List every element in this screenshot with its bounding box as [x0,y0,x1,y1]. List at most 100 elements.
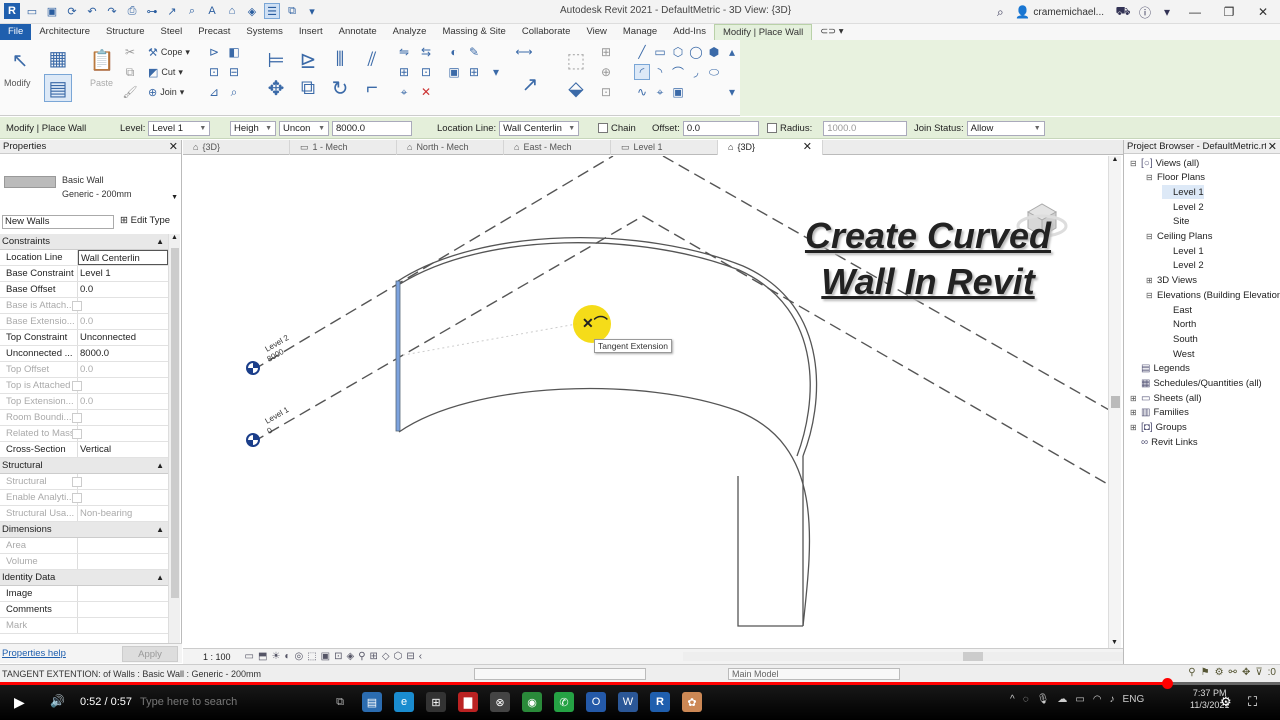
tab-analyze[interactable]: Analyze [385,24,435,40]
view-tab[interactable]: ▭ Level 1 [611,140,718,155]
undo-icon[interactable]: ↶ [84,3,100,19]
tree-node[interactable]: West [1162,347,1194,361]
edge-icon[interactable]: e [394,692,414,712]
split-icon[interactable]: ⇋ [396,44,412,60]
search-binoculars-icon[interactable]: ⌕ [989,5,1011,20]
override-icon[interactable]: ✎ [466,44,482,60]
create-similar-2-icon[interactable]: ⊡ [598,84,614,100]
play-icon[interactable]: ▶ [14,694,25,711]
worksharing-icon[interactable]: ⊞ [370,651,378,662]
view-tab[interactable]: ⌂ North - Mech [397,140,504,155]
file-explorer-icon[interactable]: ▤ [362,692,382,712]
type-selector[interactable]: Basic Wall Generic - 200mm ▼ [0,154,182,212]
collapse-icon[interactable]: ⊟ [1146,173,1154,182]
battery-icon[interactable]: ▭ [1075,694,1084,705]
tab-steel[interactable]: Steel [153,24,191,40]
tray-chevron-icon[interactable]: ^ [1010,694,1015,705]
array-icon[interactable]: ⊞ [396,64,412,80]
store-icon[interactable]: ⊞ [426,692,446,712]
chrome-icon[interactable]: ◉ [522,692,542,712]
print-icon[interactable]: ⎙ [124,3,140,19]
tray-app-icon[interactable]: ◌ [1023,694,1029,705]
collapse-icon[interactable]: ▲ [156,458,164,474]
tree-node[interactable]: ⊟ Elevations (Building Elevation) [1146,288,1280,302]
scroll-down-icon[interactable]: ▼ [1111,639,1118,646]
reveal-hidden-icon[interactable]: ⚲ [358,651,365,662]
canvas-vertical-scrollbar[interactable]: ▲ ▼ [1108,156,1121,648]
section-icon[interactable]: ◈ [244,3,260,19]
highlight-icon[interactable]: ⬡ [394,651,403,662]
tree-node[interactable]: ⊞ 3D Views [1146,274,1197,288]
detail-level-icon[interactable]: ▭ [245,651,254,662]
tree-node[interactable]: East [1162,303,1192,317]
draw-start-end-arc-icon[interactable]: ◜ [634,64,650,80]
offset-icon[interactable]: ⊵ [294,46,322,74]
close-icon[interactable]: ✕ [169,140,178,154]
close-icon[interactable]: ✕ [1265,140,1277,153]
split-face-icon[interactable]: ⊡ [206,64,222,80]
tab-modify-place-wall[interactable]: Modify | Place Wall [713,24,813,40]
speaker-icon[interactable]: ♪ [1110,694,1115,705]
word-icon[interactable]: W [618,692,638,712]
tab-collaborate[interactable]: Collaborate [514,24,579,40]
mirror-axis-icon[interactable]: ⫴ [326,46,354,74]
text-icon[interactable]: A [204,3,220,19]
linework-icon[interactable]: ⊞ [466,64,482,80]
modify-select-icon[interactable]: ↖ [6,46,34,74]
create-parts-icon[interactable]: ⬙ [562,74,590,102]
dimension-icon[interactable]: ↗ [164,3,180,19]
expand-icon[interactable]: ⊞ [1130,408,1138,417]
temp-hide-icon[interactable]: ◈ [346,651,354,662]
paste-icon[interactable]: 📋 [88,46,116,74]
demolish-icon[interactable]: ⊟ [226,64,242,80]
tree-node[interactable]: Level 1 [1162,185,1204,200]
taskbar-search[interactable]: Type here to search [140,696,237,708]
radius-checkbox[interactable] [767,123,777,133]
type-properties-icon[interactable]: ▤ [44,74,72,102]
show-crop-icon[interactable]: ▣ [321,651,330,662]
property-value[interactable]: Vertical [78,442,168,457]
collapse-icon[interactable]: ▲ [156,234,164,250]
draw-center-arc-icon[interactable]: ◝ [652,64,668,80]
join-status-dropdown[interactable]: Allow ▼ [966,120,1045,136]
view-tab[interactable]: ⌂ {3D} [183,140,290,155]
tree-node[interactable]: ⊟ [○] Views (all) [1130,156,1199,170]
view-tab[interactable]: ⌂ East - Mech [504,140,611,155]
level-dropdown[interactable]: Level 1 ▼ [148,120,211,136]
fullscreen-icon[interactable]: ⛶ [1248,694,1257,710]
pick-faces-icon[interactable]: ▣ [670,84,686,100]
tab-precast[interactable]: Precast [190,24,238,40]
expand-icon[interactable]: ⊞ [1130,394,1138,403]
trim-icon[interactable]: ⌐ [358,74,386,102]
property-value[interactable]: Wall Centerlin [78,250,168,265]
property-value[interactable] [78,602,168,617]
cope-button[interactable]: ⚒ Cope ▾ [148,45,190,59]
tree-node[interactable]: Level 2 [1162,259,1204,273]
language-icon[interactable]: ENG [1123,694,1145,705]
visual-style-icon[interactable]: ⬒ [258,651,267,662]
eyedropper-icon[interactable]: ⌕ [226,84,242,100]
properties-category[interactable]: Identity Data ▲ [0,570,168,586]
location-line-dropdown[interactable]: Wall Centerlin ▼ [499,120,580,136]
collapse-icon[interactable]: ⊟ [1146,291,1154,300]
workset-dropdown[interactable] [474,668,646,680]
video-progress-handle[interactable] [1162,678,1174,689]
select-pinned-icon[interactable]: ⚙ [1215,667,1224,678]
join-button[interactable]: ⊕ Join ▾ [148,85,184,99]
tab-view[interactable]: View [578,24,614,40]
outlook-icon[interactable]: O [586,692,606,712]
tree-node[interactable]: ⊞ [◘] Groups [1130,421,1187,435]
cut-button[interactable]: ◩ Cut ▾ [148,65,183,79]
scroll-thumb[interactable] [963,652,983,661]
settings-gear-icon[interactable]: ⚙ [1220,694,1232,710]
tab-massing-site[interactable]: Massing & Site [434,24,513,40]
tab-systems[interactable]: Systems [238,24,290,40]
delete-icon[interactable]: ✕ [418,84,434,100]
draw-dropdown-icon[interactable]: ▾ [724,84,740,100]
create-group-icon[interactable]: ⊞ [598,44,614,60]
tag-icon[interactable]: ⌕ [184,3,200,19]
help-icon[interactable]: ⓘ [1134,4,1156,21]
video-progress-bar[interactable] [0,678,1280,689]
create-assembly-icon[interactable]: ⬚ [562,46,590,74]
aligned-dimension-icon[interactable]: ↗ [516,70,544,98]
